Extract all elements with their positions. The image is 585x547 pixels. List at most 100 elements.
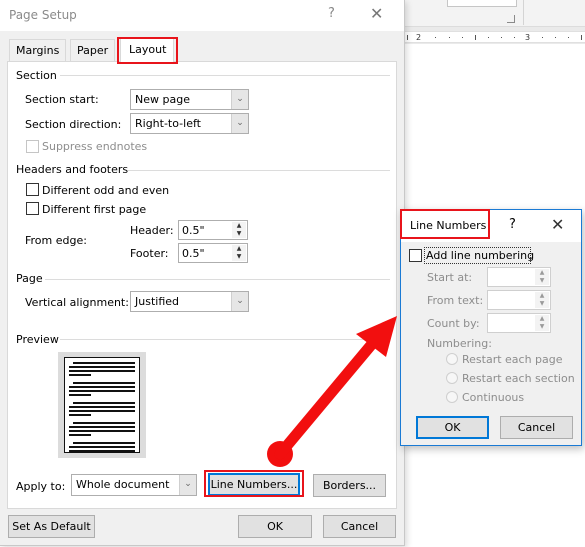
count-by-label: Count by: (427, 317, 480, 330)
restart-each-page-radio[interactable] (446, 353, 458, 365)
preview-text-line (69, 450, 135, 452)
preview-text-line (69, 394, 91, 396)
continuous-radio[interactable] (446, 391, 458, 403)
vertical-alignment-value: Justified (135, 295, 179, 308)
ribbon-combo[interactable] (447, 0, 517, 7)
different-odd-even-checkbox[interactable] (26, 183, 39, 196)
restart-each-section-radio[interactable] (446, 372, 458, 384)
line-numbers-dialog: Line Numbers ? ✕ Add line numbering Star… (400, 209, 582, 446)
section-start-select[interactable]: New page ⌄ (130, 89, 249, 110)
chevron-down-icon: ⌄ (231, 292, 248, 311)
preview-text-line (69, 410, 135, 412)
spin-down-icon[interactable]: ▼ (535, 300, 549, 308)
chevron-down-icon: ⌄ (179, 475, 196, 495)
spin-down-icon[interactable]: ▼ (232, 230, 246, 238)
different-first-page-checkbox[interactable] (26, 202, 39, 215)
set-as-default-button[interactable]: Set As Default (8, 515, 95, 538)
apply-to-label: Apply to: (16, 480, 66, 493)
headers-footers-heading: Headers and footers (16, 163, 129, 176)
help-icon[interactable]: ? (328, 6, 335, 21)
footer-label: Footer: (130, 247, 169, 260)
preview-text-line (73, 402, 135, 404)
preview-text-line (69, 446, 135, 448)
section-direction-select[interactable]: Right-to-left ⌄ (130, 113, 249, 134)
spin-up-icon[interactable]: ▲ (232, 245, 246, 253)
cancel-button[interactable]: Cancel (323, 515, 396, 538)
spin-down-icon[interactable]: ▼ (535, 277, 549, 285)
footer-value: 0.5" (182, 247, 205, 260)
line-numbers-title: Line Numbers (410, 219, 487, 232)
preview-text-line (73, 442, 135, 444)
preview-text-line (69, 386, 135, 388)
divider (45, 279, 390, 280)
from-text-spinner[interactable]: ▲ ▼ (487, 290, 551, 310)
vertical-alignment-label: Vertical alignment: (25, 296, 129, 309)
spin-up-icon[interactable]: ▲ (232, 222, 246, 230)
count-by-spinner[interactable]: ▲ ▼ (487, 313, 551, 333)
preview-text-line (69, 374, 91, 376)
preview-page (64, 357, 140, 453)
line-numbers-ok-button[interactable]: OK (416, 416, 489, 439)
apply-to-value: Whole document (76, 478, 170, 491)
page-setup-dialog: Page Setup ? ✕ Margins Paper Layout Sect… (0, 0, 405, 546)
ruler-label: 2 (416, 33, 422, 42)
add-line-numbering-checkbox[interactable] (409, 249, 422, 262)
header-label: Header: (130, 224, 174, 237)
restart-each-section-label: Restart each section (462, 372, 575, 385)
page-heading: Page (16, 272, 43, 285)
spin-up-icon[interactable]: ▲ (535, 315, 549, 323)
close-icon[interactable]: ✕ (551, 215, 564, 234)
chevron-down-icon: ⌄ (231, 90, 248, 109)
ribbon-separator (523, 0, 524, 25)
dialog-title: Page Setup (9, 8, 77, 22)
preview-text-line (69, 370, 135, 372)
spin-down-icon[interactable]: ▼ (535, 323, 549, 331)
preview-text-line (73, 362, 135, 364)
header-value: 0.5" (182, 224, 205, 237)
start-at-label: Start at: (427, 271, 473, 284)
ribbon-dialog-launcher-icon[interactable] (507, 15, 515, 23)
preview-text-line (69, 390, 135, 392)
tab-paper[interactable]: Paper (70, 39, 116, 61)
continuous-label: Continuous (462, 391, 525, 404)
preview-text-line (69, 366, 135, 368)
chevron-down-icon: ⌄ (231, 114, 248, 133)
layout-preview (58, 352, 146, 458)
ruler-label: 3 (525, 33, 531, 42)
preview-text-line (69, 430, 135, 432)
preview-heading: Preview (16, 333, 59, 346)
spin-down-icon[interactable]: ▼ (232, 253, 246, 261)
line-numbers-titlebar: Line Numbers ? ✕ (401, 210, 581, 242)
page-setup-titlebar: Page Setup ? ✕ (0, 0, 404, 31)
divider (128, 170, 390, 171)
footer-spinner[interactable]: 0.5" ▲ ▼ (178, 243, 248, 263)
numbering-label: Numbering: (427, 337, 492, 350)
horizontal-ruler[interactable]: 2 3 (405, 31, 585, 43)
line-numbers-button[interactable]: Line Numbers... (208, 473, 300, 496)
spin-up-icon[interactable]: ▲ (535, 292, 549, 300)
ok-button[interactable]: OK (238, 515, 312, 538)
preview-text-line (73, 382, 135, 384)
tab-layout[interactable]: Layout (120, 37, 174, 63)
from-edge-label: From edge: (25, 234, 87, 247)
vertical-alignment-select[interactable]: Justified ⌄ (130, 291, 249, 312)
divider (60, 75, 390, 76)
section-heading: Section (16, 69, 57, 82)
add-line-numbering-label: Add line numbering (426, 249, 535, 262)
header-spinner[interactable]: 0.5" ▲ ▼ (178, 220, 248, 240)
word-ribbon-fragment (405, 0, 585, 27)
help-icon[interactable]: ? (509, 217, 516, 232)
preview-text-line (69, 426, 135, 428)
close-icon[interactable]: ✕ (370, 4, 383, 23)
preview-text-line (73, 422, 135, 424)
preview-text-line (69, 434, 91, 436)
borders-button[interactable]: Borders... (313, 474, 386, 497)
preview-text-line (69, 406, 135, 408)
tab-margins[interactable]: Margins (9, 39, 67, 61)
start-at-spinner[interactable]: ▲ ▼ (487, 267, 551, 287)
section-direction-value: Right-to-left (135, 117, 201, 130)
apply-to-select[interactable]: Whole document ⌄ (71, 474, 197, 496)
line-numbers-cancel-button[interactable]: Cancel (500, 416, 573, 439)
spin-up-icon[interactable]: ▲ (535, 269, 549, 277)
suppress-endnotes-checkbox[interactable] (26, 140, 39, 153)
